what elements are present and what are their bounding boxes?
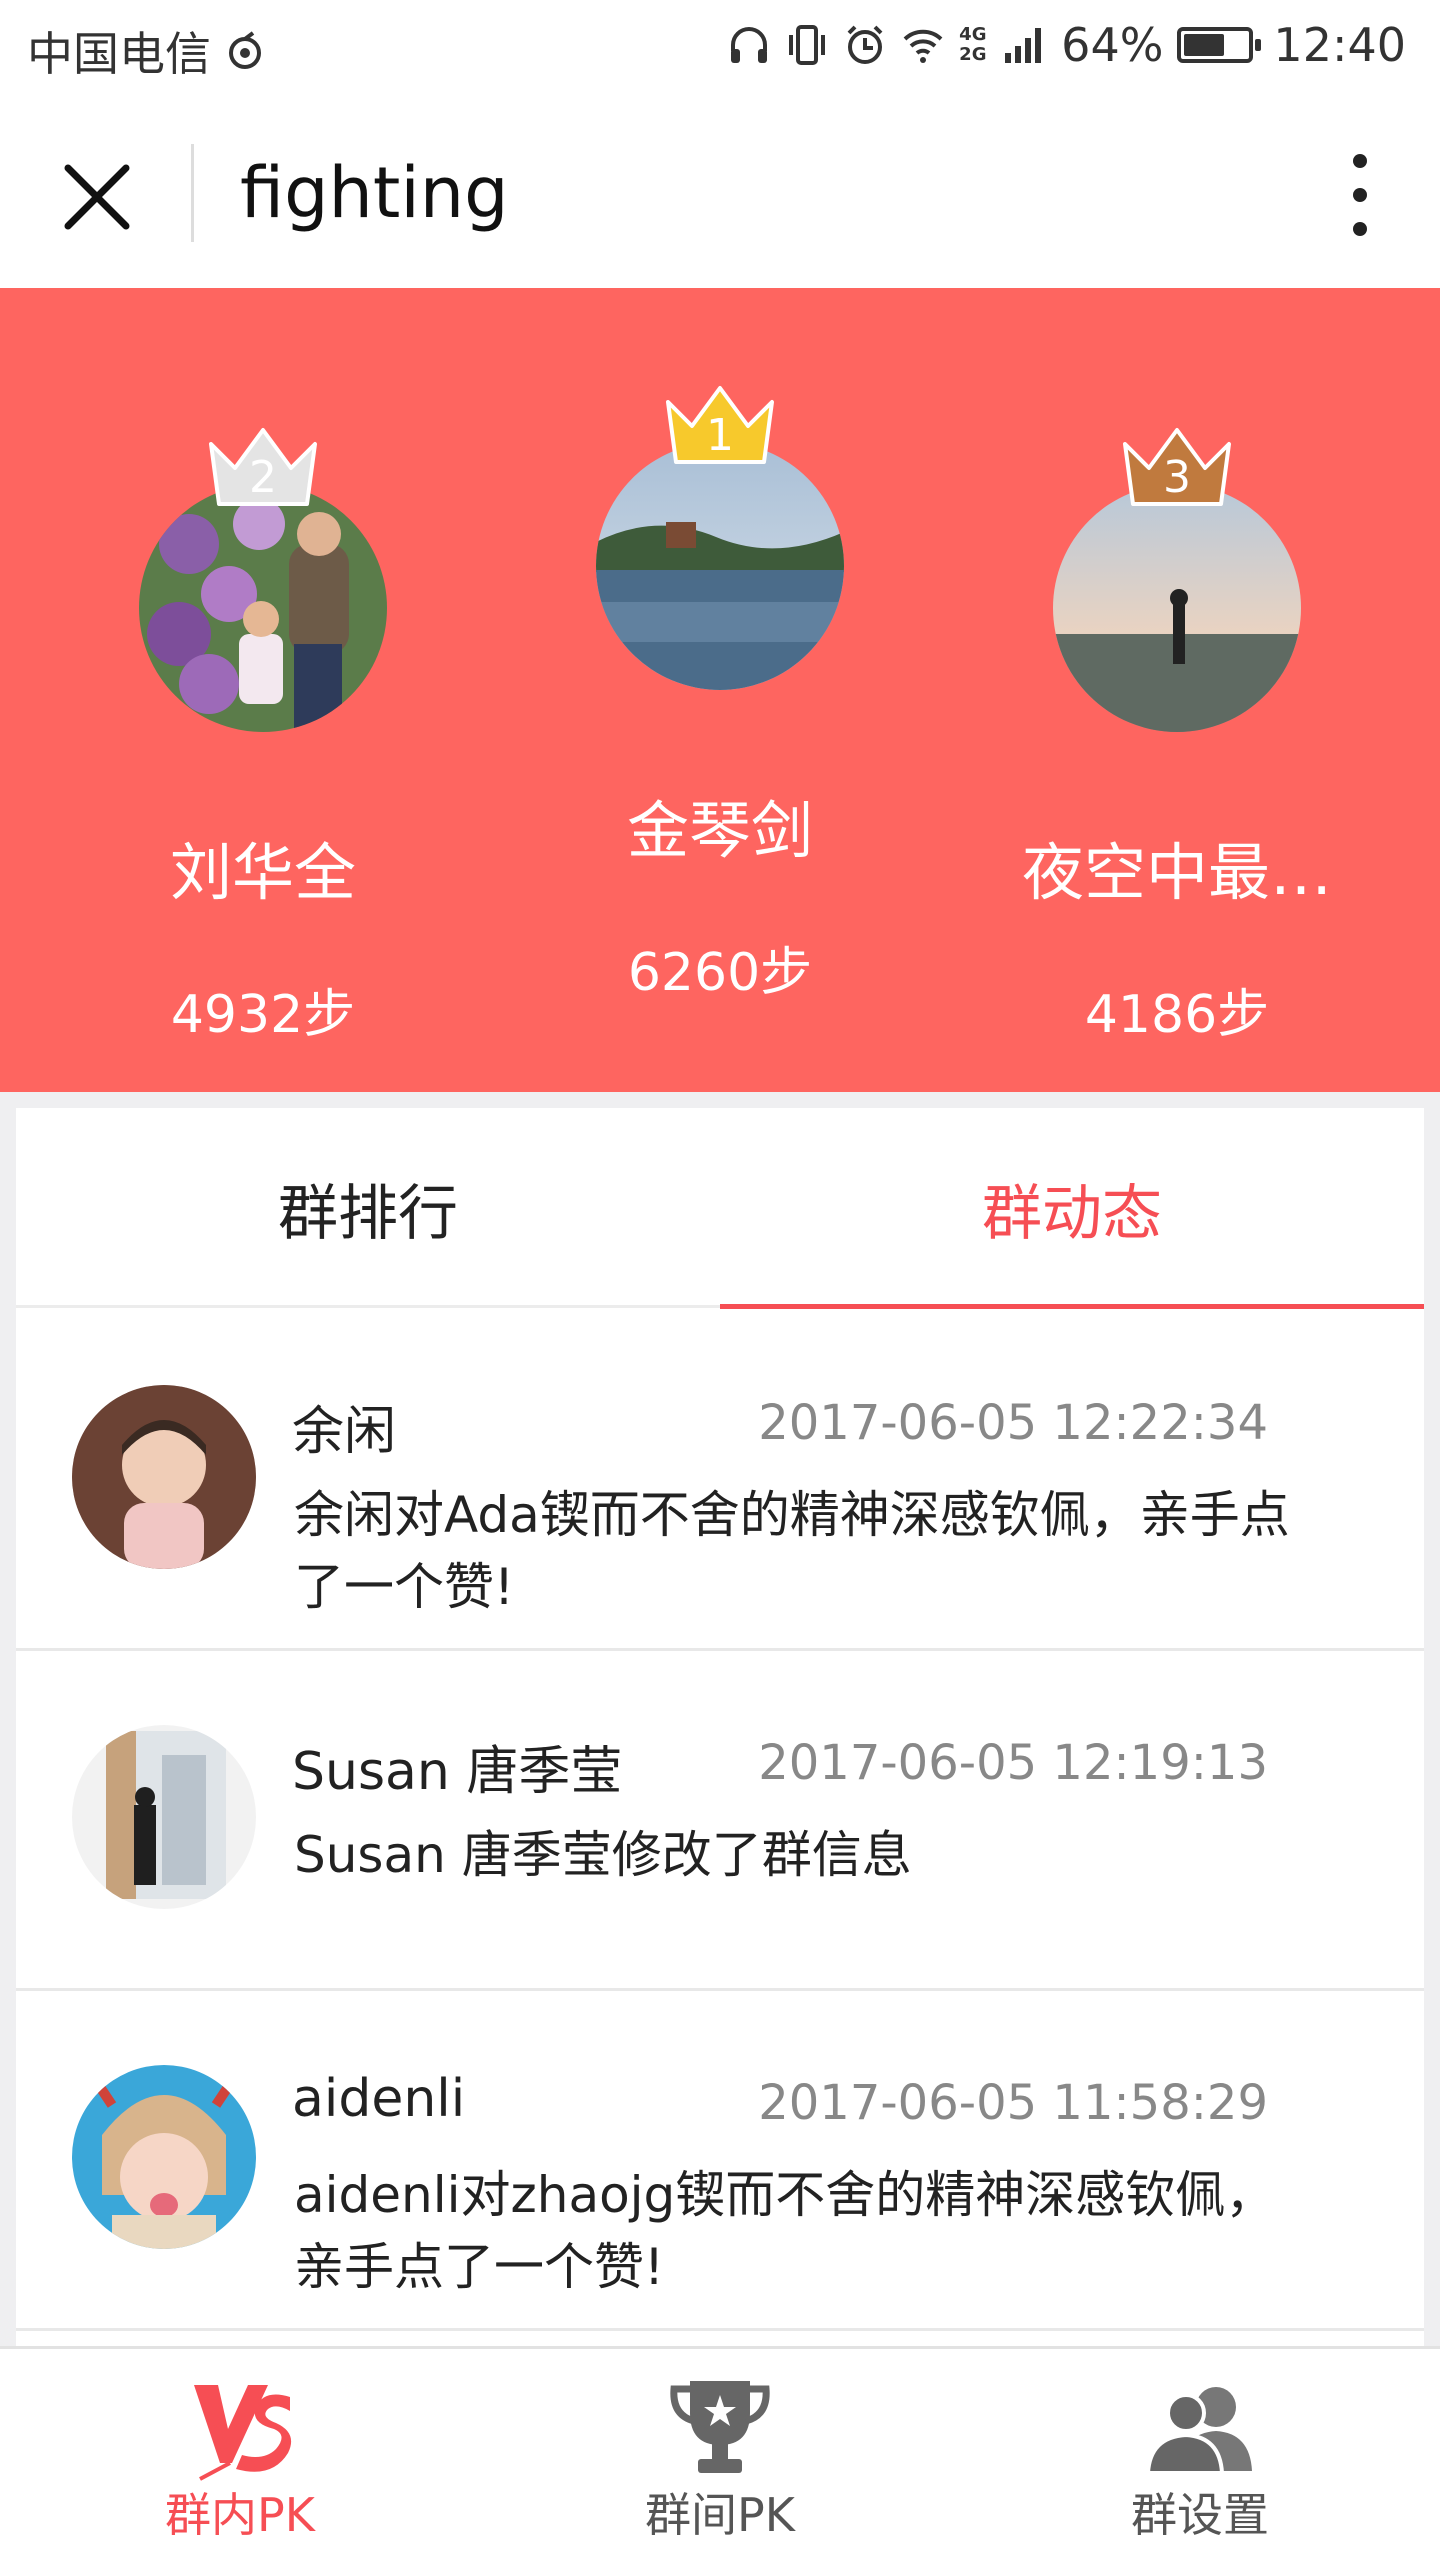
feed-message: aidenli对zhaojg锲而不舍的精神深感钦佩，亲手点了一个赞! <box>294 2166 1276 2296</box>
activity-feed: 余闲 2017-06-05 12:22:34 余闲对Ada锲而不舍的精神深感钦佩… <box>16 1311 1424 2331</box>
silver-crown-icon: 2 <box>209 428 317 506</box>
podium-rank-3[interactable]: 3 夜空中最… 4186步 <box>977 428 1377 1047</box>
feed-username: aidenli <box>292 2069 466 2129</box>
battery-percent: 64% <box>1061 18 1164 72</box>
nav-in-group-pk[interactable]: 群内PK <box>0 2349 480 2560</box>
nav-label: 群内PK <box>165 2488 315 2542</box>
rank-name: 金琴剑 <box>626 794 813 867</box>
rank-name: 刘华全 <box>169 836 356 909</box>
rank-steps: 4932步 <box>170 985 356 1045</box>
tab-bar: 群排行 群动态 <box>16 1108 1424 1309</box>
more-options-button[interactable] <box>1320 150 1400 240</box>
close-button[interactable] <box>52 152 142 242</box>
vibrate-icon <box>789 25 826 65</box>
feed-username: 余闲 <box>292 1402 397 1462</box>
carrier-name: 中国电信 <box>27 27 211 81</box>
rank-steps: 6260步 <box>627 943 813 1003</box>
avatar <box>1053 484 1301 732</box>
active-tab-indicator <box>720 1304 1424 1309</box>
avatar <box>139 484 387 732</box>
feed-item[interactable]: Susan 唐季莹 2017-06-05 12:19:13 Susan 唐季莹修… <box>16 1651 1424 1991</box>
app-notification-icon <box>229 31 261 69</box>
vs-icon <box>194 2385 292 2481</box>
feed-username: Susan 唐季莹 <box>292 1742 623 1802</box>
feed-message: Susan 唐季莹修改了群信息 <box>294 1826 912 1884</box>
signal-icon <box>1005 28 1042 63</box>
nav-label: 群设置 <box>1131 2488 1269 2542</box>
rank-number: 1 <box>706 410 734 461</box>
rank-number: 2 <box>249 452 277 503</box>
avatar[interactable] <box>72 1725 256 1909</box>
podium-rank-2[interactable]: 2 刘华全 4932步 <box>63 428 463 1047</box>
avatar <box>596 442 844 690</box>
network-type-label: 4G 2G <box>959 24 987 65</box>
title-divider <box>191 144 194 242</box>
avatar-wrap: 3 <box>1053 428 1301 732</box>
feed-timestamp: 2017-06-05 12:19:13 <box>758 1735 1268 1791</box>
close-icon <box>64 164 130 230</box>
feed-timestamp: 2017-06-05 11:58:29 <box>758 2075 1268 2131</box>
nav-between-group-pk[interactable]: 群间PK <box>480 2349 960 2560</box>
more-dot-icon <box>1353 222 1367 236</box>
group-users-icon <box>1145 2387 1252 2475</box>
rank-number: 3 <box>1163 452 1191 503</box>
headphones-icon <box>731 27 768 63</box>
title-bar: fighting <box>0 100 1440 288</box>
feed-item[interactable]: aidenli 2017-06-05 11:58:29 aidenli对zhao… <box>16 1991 1424 2331</box>
battery-icon <box>1177 27 1262 63</box>
avatar[interactable] <box>72 2065 256 2249</box>
clock-time: 12:40 <box>1273 18 1406 72</box>
nav-label: 群间PK <box>645 2488 795 2542</box>
rank-steps: 4186步 <box>1084 985 1270 1045</box>
podium-rank-1[interactable]: 1 金琴剑 6260步 <box>520 386 920 1005</box>
status-left: 中国电信 <box>27 18 267 84</box>
bronze-crown-icon: 3 <box>1123 428 1231 506</box>
battery-level <box>1184 34 1225 56</box>
more-dot-icon <box>1353 188 1367 202</box>
page-title: fighting <box>240 152 509 234</box>
gold-crown-icon: 1 <box>666 386 774 464</box>
avatar-wrap: 1 <box>596 386 844 690</box>
status-right: 4G 2G 64% 12:40 <box>727 18 1406 72</box>
avatar[interactable] <box>72 1385 256 1569</box>
podium-banner: 2 刘华全 4932步 1 金琴剑 6260步 3 夜空中最… 4186步 <box>0 288 1440 1092</box>
feed-timestamp: 2017-06-05 12:22:34 <box>758 1395 1268 1451</box>
nav-group-settings[interactable]: 群设置 <box>960 2349 1440 2560</box>
status-bar: 中国电信 4G 2G 64% 12:40 <box>0 0 1440 100</box>
alarm-icon <box>847 25 883 64</box>
avatar-wrap: 2 <box>139 428 387 732</box>
wifi-icon <box>903 29 943 63</box>
content-card: 群排行 群动态 余闲 2017-06-05 12:22:34 余闲对Ada锲而不… <box>16 1108 1424 2346</box>
rank-name: 夜空中最… <box>1021 836 1332 909</box>
trophy-icon <box>670 2381 770 2473</box>
bottom-navigation: 群内PK 群间PK 群设置 <box>0 2346 1440 2560</box>
feed-message: 余闲对Ada锲而不舍的精神深感钦佩，亲手点了一个赞! <box>294 1486 1290 1616</box>
more-dot-icon <box>1353 154 1367 168</box>
tab-group-ranking[interactable]: 群排行 <box>16 1108 720 1308</box>
tab-group-activity[interactable]: 群动态 <box>720 1108 1424 1308</box>
feed-item[interactable]: 余闲 2017-06-05 12:22:34 余闲对Ada锲而不舍的精神深感钦佩… <box>16 1311 1424 1651</box>
